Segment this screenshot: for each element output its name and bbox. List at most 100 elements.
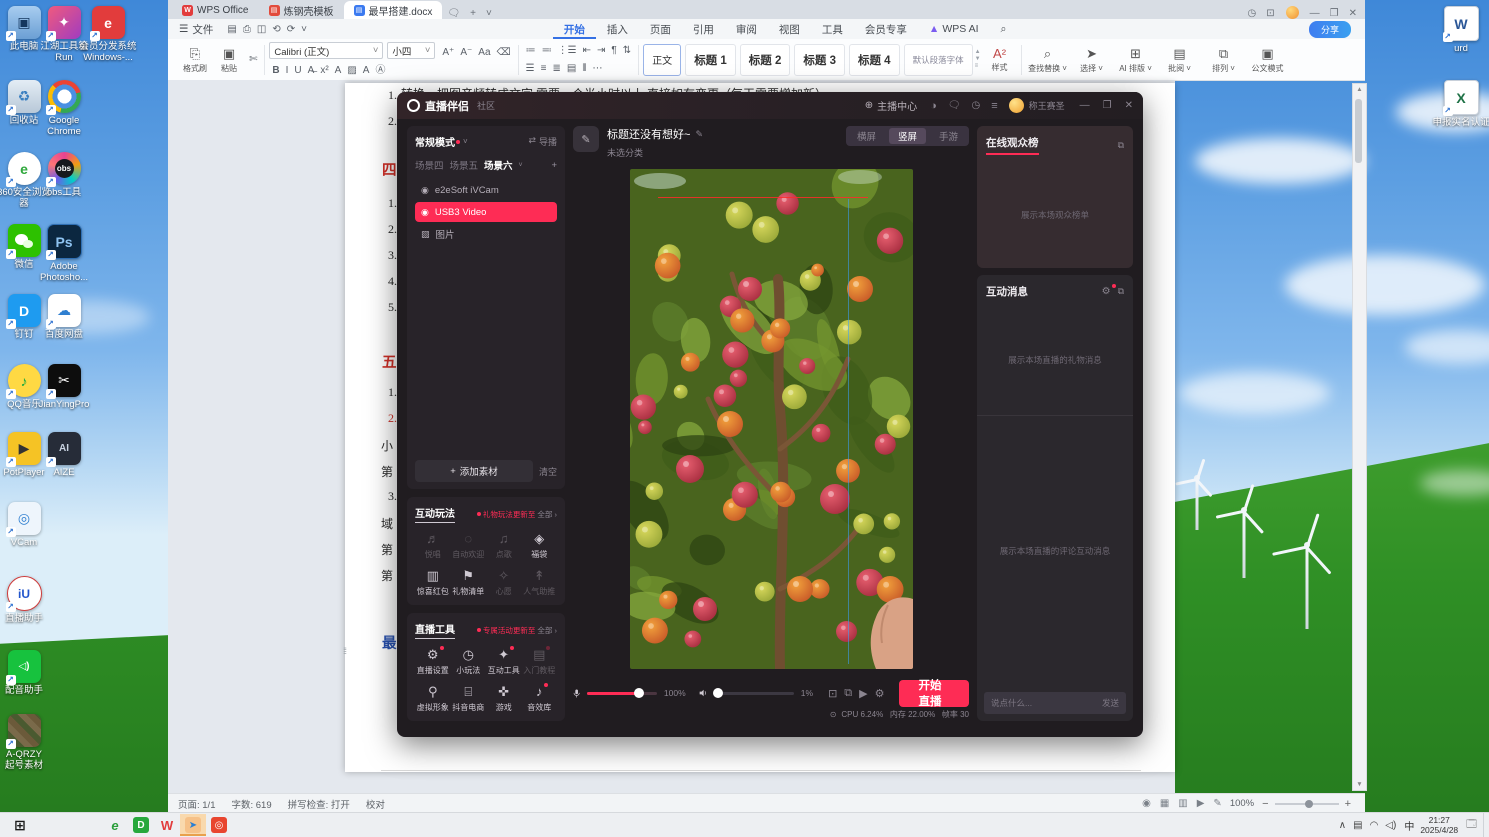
menu-icon[interactable]: ≡ — [991, 100, 997, 112]
feature-互动工具[interactable]: ✦ 互动工具 — [486, 646, 522, 676]
start-live-button[interactable]: 开始直播 — [898, 679, 969, 708]
minimize-button[interactable]: — — [1305, 8, 1325, 19]
toolbar-icon[interactable]: ⇤ — [580, 43, 594, 58]
feature-自动欢迎[interactable]: ◌ 自动欢迎 — [451, 532, 487, 560]
font-name-select[interactable]: Calibri (正文) ˅ — [269, 42, 384, 59]
mode-横屏[interactable]: 横屏 — [848, 128, 885, 144]
feature-抖音电商[interactable]: ⌸ 抖音电商 — [451, 685, 487, 713]
more-chevron-icon[interactable]: ˅ — [298, 22, 310, 37]
add-material-button[interactable]: + 添加素材 — [415, 460, 533, 482]
toolbar-icon[interactable]: ≕ — [539, 43, 555, 58]
desktop-icon-netdisk[interactable]: ☁ ↗ 百度网盘 — [44, 294, 84, 341]
wps-window-tab[interactable]: ▤ 最早搭建.docx — [343, 1, 443, 19]
toolbar-icon[interactable]: ▤ — [564, 61, 579, 76]
section-more-link[interactable]: 全部 › — [537, 625, 557, 636]
scene-tab-场景五[interactable]: 场景五 — [450, 158, 479, 172]
zoom-in-button[interactable]: + — [1345, 798, 1351, 810]
minimize-button[interactable]: — — [1080, 100, 1090, 111]
toolbar-icon[interactable]: I — [283, 63, 292, 78]
feature-入门教程[interactable]: ▤ 入门教程 — [522, 646, 558, 676]
view-mode-icon[interactable]: ✎ — [1213, 798, 1221, 809]
desktop-icon-vcam[interactable]: ◎ ↗ VCam — [4, 502, 44, 549]
format-painter-button[interactable]: ⎘ 格式刷 — [178, 46, 212, 74]
paragraph-handle-icon[interactable]: ⁞⁞ — [343, 646, 347, 656]
cut-icon[interactable]: ✄ — [246, 52, 260, 67]
record-icon[interactable]: ⊡ — [828, 687, 837, 700]
toolbar-icon[interactable]: A — [332, 63, 345, 78]
share-button[interactable]: 分享 — [1308, 20, 1351, 38]
tool-公文模式[interactable]: ▣ 公文模式 — [1246, 46, 1290, 74]
toolbar-icon[interactable]: ⇥ — [594, 43, 608, 58]
toolbar-icon[interactable]: ≔ — [523, 43, 539, 58]
microphone-icon[interactable] — [573, 687, 580, 700]
feature-人气助推[interactable]: ↟ 人气助推 — [522, 569, 558, 597]
scene-tab-场景四[interactable]: 场景四 — [415, 158, 444, 172]
toolbar-icon[interactable]: A⁺ — [439, 47, 457, 58]
feature-直播设置[interactable]: ⚙ 直播设置 — [415, 646, 451, 676]
tab-引用[interactable]: 引用 — [682, 19, 725, 39]
mode-select[interactable]: 常规模式 — [415, 134, 455, 149]
view-mode-icon[interactable]: ▶ — [1197, 798, 1205, 809]
ime-indicator[interactable]: 中 — [1404, 818, 1414, 833]
redo-icon[interactable]: ⟳ — [284, 22, 298, 37]
zoom-out-button[interactable]: − — [1262, 798, 1268, 810]
scroll-up-icon[interactable]: ▲ — [1353, 86, 1366, 93]
preview-video[interactable] — [629, 169, 913, 669]
anchor-center-link[interactable]: ⊕ 主播中心 — [865, 98, 917, 113]
close-button[interactable]: ✕ — [1344, 8, 1365, 19]
clear-button[interactable]: 清空 — [539, 465, 557, 478]
history-icon[interactable]: ◷ — [1243, 8, 1262, 19]
desktop-icon-aize[interactable]: AI ↗ AIZE — [44, 432, 84, 479]
comment-icon[interactable]: 🗨 — [442, 8, 465, 19]
feature-惊喜红包[interactable]: ▥ 惊喜红包 — [415, 569, 451, 597]
toolbar-icon[interactable]: x² — [317, 63, 331, 78]
toolbar-icon[interactable]: A — [360, 63, 373, 78]
virtual-camera-icon[interactable]: ▶ — [859, 687, 867, 700]
feature-悦唱[interactable]: ♬ 悦唱 — [415, 532, 451, 560]
tab-wps-ai[interactable]: ▲ WPS AI — [918, 19, 990, 39]
desktop-icon-obs[interactable]: obs ↗ obs工具 — [44, 152, 84, 199]
scrollbar-thumb[interactable] — [1355, 99, 1362, 163]
display-icon[interactable]: ▤ — [1353, 820, 1362, 831]
view-mode-icon[interactable]: ▥ — [1178, 798, 1187, 809]
toolbar-icon[interactable]: ⋮☰ — [555, 43, 580, 58]
desktop-icon-exceldoc[interactable]: X ↗ 申报实名认证 — [1432, 80, 1489, 129]
tool-批阅[interactable]: ▤ 批阅 ˅ — [1158, 46, 1202, 74]
style-heading[interactable]: 标题 3 — [794, 43, 845, 76]
status-item[interactable]: 拼写检查: 打开 — [288, 797, 350, 811]
toolbar-icon[interactable]: A̶ — [305, 63, 318, 78]
source-USB3 Video[interactable]: ◉ USB3 Video — [415, 202, 557, 222]
close-button[interactable]: ✕ — [1125, 100, 1133, 111]
stream-title[interactable]: 标题还没有想好~ — [607, 126, 690, 142]
taskbar-pointer-active[interactable]: ➤ — [180, 814, 206, 836]
tab-插入[interactable]: 插入 — [596, 19, 639, 39]
style-body[interactable]: 正文 — [643, 43, 682, 76]
settings-icon[interactable]: ⊡ — [1261, 8, 1279, 19]
desktop-icon-e360[interactable]: e ↗ 360安全浏览 器 — [0, 152, 51, 209]
tab-视图[interactable]: 视图 — [768, 19, 811, 39]
status-item[interactable]: 校对 — [366, 797, 385, 811]
desktop-icon-ps[interactable]: Ps ↗ Adobe Photosho... — [40, 224, 88, 283]
maximize-button[interactable]: ❐ — [1325, 8, 1344, 19]
message-settings-icon[interactable]: ⚙ — [1102, 284, 1116, 297]
feature-心愿[interactable]: ✧ 心愿 — [486, 569, 522, 597]
taskbar-clock[interactable]: 21:27 2025/4/28 — [1420, 815, 1458, 835]
zoom-slider[interactable] — [1274, 799, 1339, 808]
scroll-down-icon[interactable]: ▼ — [1353, 781, 1366, 788]
preview-icon[interactable]: ◫ — [254, 22, 269, 37]
toolbar-icon[interactable]: ≣ — [549, 61, 563, 76]
new-tab-button[interactable]: + — [465, 8, 481, 19]
desktop-icon-iu[interactable]: iU ↗ 直播助手 — [4, 576, 44, 625]
toolbar-icon[interactable]: ¶ — [608, 43, 619, 58]
toolbar-icon[interactable]: ⌫ — [494, 47, 514, 58]
search-icon[interactable]: ⌕ — [990, 19, 1018, 39]
director-mode-button[interactable]: ⇄ 导播 — [528, 135, 557, 148]
taskbar-browser-e[interactable]: e — [102, 814, 128, 836]
tab-会员专享[interactable]: 会员专享 — [854, 19, 918, 39]
show-desktop-button[interactable] — [1483, 813, 1489, 837]
feature-音效库[interactable]: ♪ 音效库 — [522, 683, 558, 713]
view-mode-icon[interactable]: ▦ — [1160, 798, 1169, 809]
toolbar-icon[interactable]: ☰ — [523, 61, 538, 76]
toolbar-icon[interactable]: ⫴ — [579, 61, 589, 76]
toolbar-icon[interactable]: B — [269, 63, 282, 78]
